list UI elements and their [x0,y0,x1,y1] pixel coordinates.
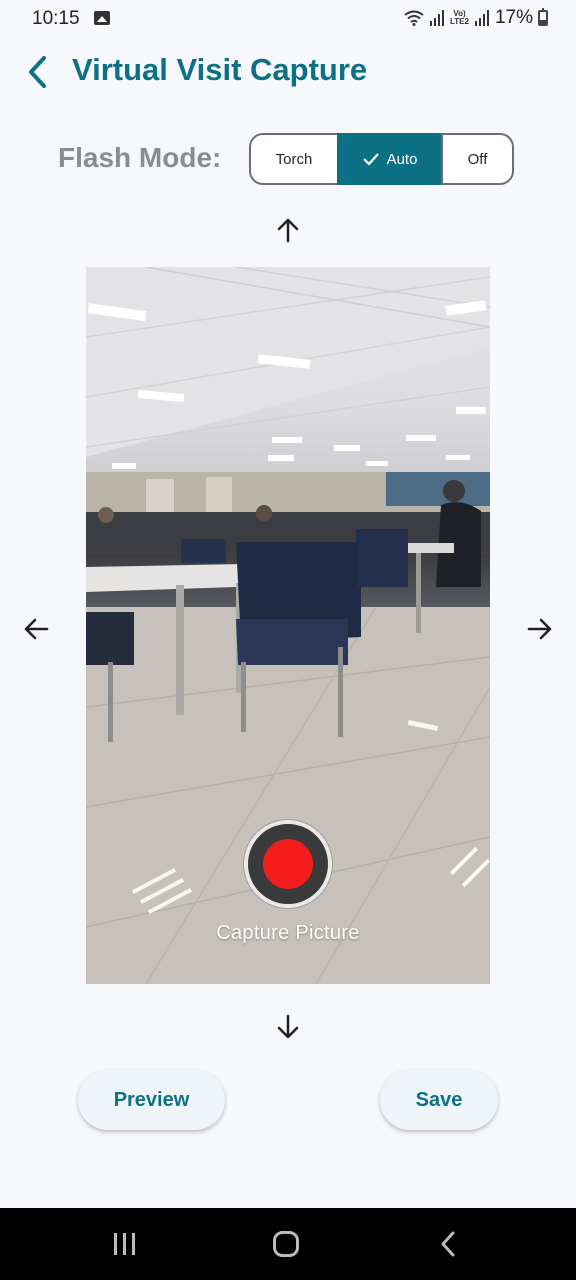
arrow-right-icon [527,618,552,640]
nav-back-button[interactable] [420,1224,476,1264]
record-dot-icon [263,839,313,889]
arrow-left-button[interactable] [20,613,52,645]
flash-auto-button[interactable]: Auto [337,133,443,185]
wifi-icon [404,10,424,26]
chevron-left-icon [29,56,46,88]
system-nav-bar [0,1208,576,1280]
status-icons: Vo) LTE2 17% [404,6,548,30]
flash-auto-label: Auto [386,150,418,168]
arrow-down-icon [277,1014,299,1039]
save-button-label: Save [415,1088,463,1111]
flash-off-label: Off [467,150,488,168]
capture-button[interactable] [244,820,332,908]
capture-control: Capture Picture [86,820,490,945]
home-button[interactable] [258,1224,314,1264]
arrow-up-button[interactable] [272,214,304,246]
flash-mode-toggle-group: Torch Auto Off [249,133,514,185]
signal-icon [430,10,444,26]
status-time: 10:15 [32,8,80,29]
back-icon [441,1231,455,1257]
recent-apps-icon [114,1233,135,1255]
status-bar: 10:15 Vo) LTE2 17% [0,0,576,36]
battery-icon [538,8,548,26]
flash-torch-label: Torch [275,150,313,168]
arrow-left-icon [24,618,49,640]
arrow-right-button[interactable] [524,613,556,645]
back-button[interactable] [20,54,54,90]
preview-button-label: Preview [113,1088,190,1111]
lte-indicator: Vo) LTE2 [450,9,469,26]
home-icon [273,1231,299,1257]
arrow-up-icon [277,218,299,243]
signal-icon-2 [474,10,489,26]
arrow-down-button[interactable] [272,1011,304,1043]
battery-percent: 17% [494,7,533,28]
check-icon [362,153,379,165]
save-button[interactable]: Save [380,1070,498,1130]
recent-apps-button[interactable] [97,1224,153,1264]
camera-preview[interactable]: Capture Picture [86,267,490,984]
flash-torch-button[interactable]: Torch [249,133,339,185]
capture-label: Capture Picture [216,922,360,944]
page-title: Virtual Visit Capture [72,52,368,87]
image-notification-icon [94,11,110,25]
flash-mode-label: Flash Mode: [58,142,222,173]
flash-off-button[interactable]: Off [441,133,514,185]
preview-button[interactable]: Preview [78,1070,225,1130]
